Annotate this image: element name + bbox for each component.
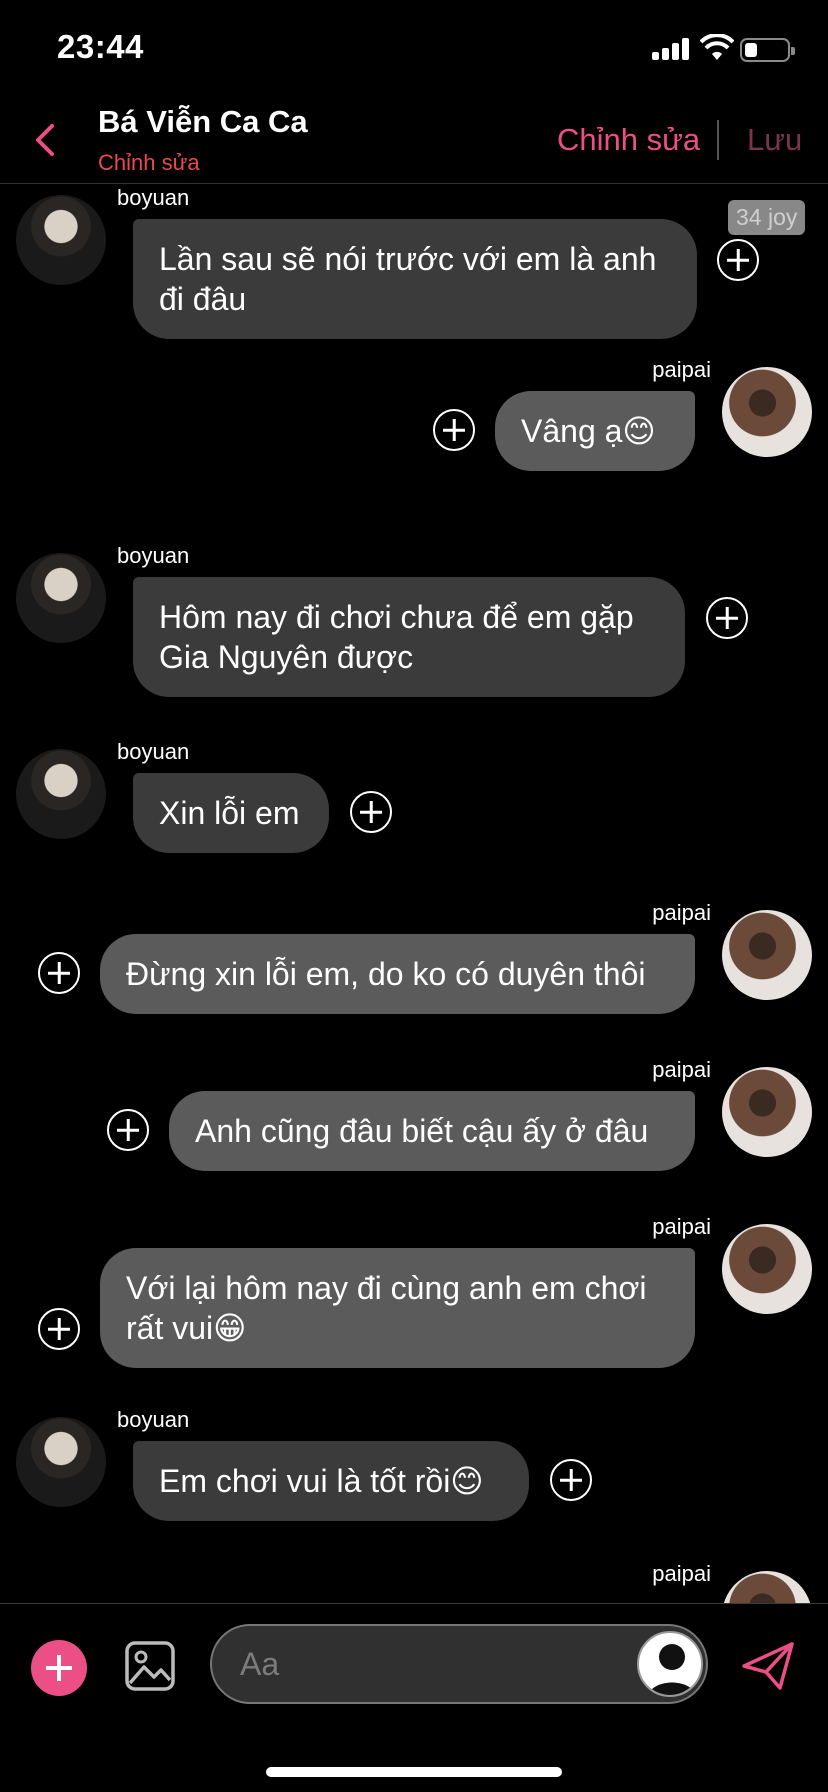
sender-name: boyuan	[117, 543, 190, 568]
avatar[interactable]	[722, 367, 812, 457]
sender-name: paipai	[652, 1057, 711, 1082]
edit-button[interactable]: Chỉnh sửa	[557, 122, 700, 158]
status-bar: 23:44	[0, 0, 828, 100]
sender-name: paipai	[652, 900, 711, 925]
avatar[interactable]	[16, 749, 106, 839]
avatar[interactable]	[722, 1571, 812, 1603]
message-bubble[interactable]: Em chơi vui là tốt rồi😊	[133, 1441, 529, 1521]
image-icon[interactable]	[124, 1640, 176, 1692]
plus-circle-icon[interactable]	[38, 1308, 80, 1350]
plus-circle-icon[interactable]	[433, 409, 475, 451]
avatar[interactable]	[722, 1067, 812, 1157]
chat-subtitle[interactable]: Chỉnh sửa	[98, 150, 200, 176]
message-timestamp: 34 joy	[728, 200, 806, 235]
message-list[interactable]: boyuan 34 joy Lần sau sẽ nói trước với e…	[0, 185, 828, 1603]
plus-circle-icon[interactable]	[550, 1459, 592, 1501]
person-icon[interactable]	[637, 1631, 703, 1697]
sender-name: paipai	[652, 1561, 711, 1586]
sender-name: paipai	[652, 357, 711, 382]
sender-name: boyuan	[117, 185, 190, 210]
message-input[interactable]	[210, 1624, 708, 1704]
header-divider	[717, 120, 719, 160]
plus-circle-icon[interactable]	[717, 239, 759, 281]
add-attachment-button[interactable]	[31, 1640, 87, 1696]
avatar[interactable]	[722, 1224, 812, 1314]
message-bubble[interactable]: Hôm nay đi chơi chưa để em gặp Gia Nguyê…	[133, 577, 685, 697]
send-icon[interactable]	[740, 1638, 796, 1694]
message-row: boyuan Em chơi vui là tốt rồi😊	[0, 1407, 828, 1521]
message-bubble[interactable]: Vâng ạ😊	[495, 391, 695, 471]
sender-name: boyuan	[117, 739, 190, 764]
message-row: paipai Vâng ạ😊	[0, 357, 828, 471]
avatar[interactable]	[722, 910, 812, 1000]
chat-title: Bá Viễn Ca Ca	[98, 104, 308, 139]
avatar[interactable]	[16, 195, 106, 285]
avatar[interactable]	[16, 1417, 106, 1507]
wifi-icon	[699, 33, 735, 62]
message-row: boyuan Xin lỗi em	[0, 739, 828, 853]
avatar[interactable]	[16, 553, 106, 643]
plus-circle-icon[interactable]	[38, 952, 80, 994]
battery-icon	[740, 38, 795, 62]
sender-name: paipai	[652, 1214, 711, 1239]
plus-circle-icon[interactable]	[350, 791, 392, 833]
message-bubble[interactable]: Anh cũng đâu biết cậu ấy ở đâu	[169, 1091, 695, 1171]
message-bubble[interactable]: Với lại hôm nay đi cùng anh em chơi rất …	[100, 1248, 695, 1368]
message-row: paipai	[0, 1561, 828, 1603]
message-bubble[interactable]: Đừng xin lỗi em, do ko có duyên thôi	[100, 934, 695, 1014]
message-row: paipai Anh cũng đâu biết cậu ấy ở đâu	[0, 1057, 828, 1171]
plus-circle-icon[interactable]	[706, 597, 748, 639]
message-row: paipai Với lại hôm nay đi cùng anh em ch…	[0, 1214, 828, 1368]
sender-name: boyuan	[117, 1407, 190, 1432]
composer-bar	[0, 1603, 828, 1792]
message-row: boyuan 34 joy Lần sau sẽ nói trước với e…	[0, 185, 828, 339]
save-button[interactable]: Lưu	[747, 122, 802, 158]
plus-circle-icon[interactable]	[107, 1109, 149, 1151]
status-time: 23:44	[57, 28, 144, 65]
chat-header: Bá Viễn Ca Ca Chỉnh sửa Chỉnh sửa Lưu	[0, 100, 828, 184]
message-bubble[interactable]: Lần sau sẽ nói trước với em là anh đi đâ…	[133, 219, 697, 339]
message-row: paipai Đừng xin lỗi em, do ko có duyên t…	[0, 900, 828, 1014]
back-chevron-icon[interactable]	[28, 120, 64, 160]
home-indicator	[266, 1767, 562, 1777]
signal-icon	[652, 38, 692, 60]
message-row: boyuan Hôm nay đi chơi chưa để em gặp Gi…	[0, 543, 828, 697]
message-bubble[interactable]: Xin lỗi em	[133, 773, 329, 853]
